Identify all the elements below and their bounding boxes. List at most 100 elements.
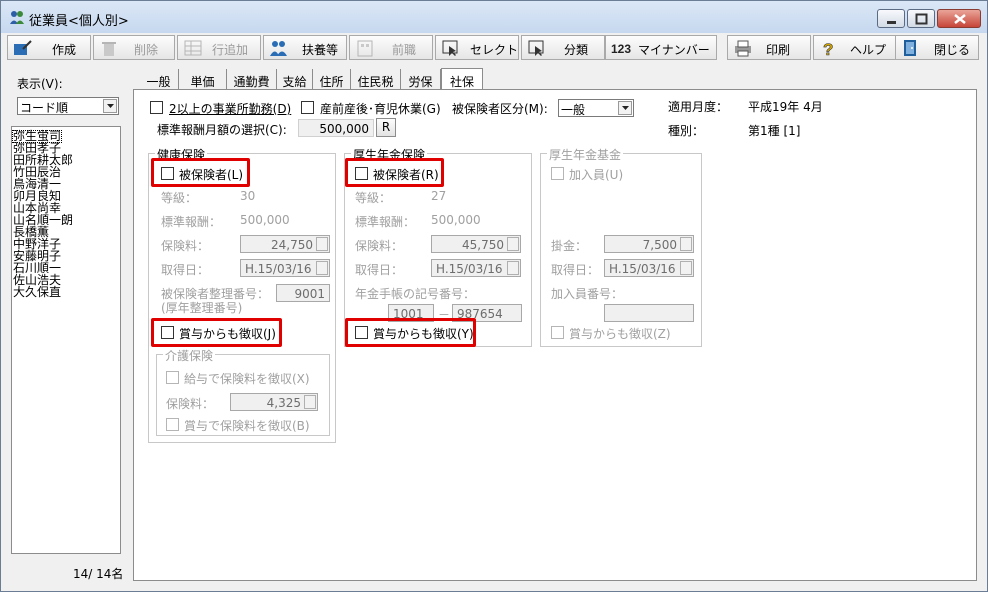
health-premium-value: 24,750 [271, 238, 313, 252]
health-number-sub: (厚年整理番号) [161, 301, 243, 315]
exit-door-icon [904, 40, 916, 56]
printer-icon [735, 40, 751, 57]
sort-order-value: コード順 [20, 101, 69, 115]
employee-list-item[interactable]: 大久保直 [13, 286, 61, 298]
spin-icon [507, 237, 519, 251]
print-button[interactable]: 印刷 [727, 35, 811, 60]
health-acquired-label: 取得日： [161, 263, 210, 277]
prev-job-button[interactable]: 前職 [349, 35, 433, 60]
insured-category-select[interactable]: 一般 [558, 99, 634, 117]
maternity-leave-checkbox[interactable] [301, 101, 314, 114]
chevron-down-icon [618, 101, 632, 115]
fund-contrib-label: 掛金： [551, 239, 588, 253]
tab-2[interactable]: 通勤費 [227, 69, 277, 90]
mynumber-label: マイナンバー [638, 43, 710, 57]
classify-icon [528, 40, 544, 56]
pension-acquired-field[interactable]: H.15/03/16 [431, 259, 521, 277]
employee-list[interactable]: 弥生蛍司 弥田孝子 田所耕太郎 竹田辰治 鳥海清一 卯月良知 山本尚幸 山名順一朗 長橋薫 中野洋… [11, 126, 121, 554]
title-bar: 従業員<個人別> [1, 1, 987, 33]
social-insurance-panel: 2以上の事業所勤務(D) 産前産後･育児休業(G) 被保険者区分(M): 一般 … [133, 89, 977, 581]
select-icon [442, 40, 458, 56]
add-row-label: 行追加 [212, 43, 249, 57]
insured-category-value: 一般 [561, 103, 586, 117]
spin-icon [680, 237, 692, 251]
create-button[interactable]: 作成 [7, 35, 91, 60]
fund-member-checkbox[interactable] [551, 167, 564, 180]
window-title: 従業員<個人別> [29, 14, 129, 29]
minimize-button[interactable] [877, 9, 905, 28]
create-icon [14, 40, 32, 55]
health-premium-field[interactable]: 24,750 [240, 235, 330, 253]
select-button[interactable]: セレクト [435, 35, 519, 60]
care-premium-field[interactable]: 4,325 [230, 393, 318, 411]
standard-amount-field[interactable]: 500,000 [298, 119, 374, 137]
tab-6[interactable]: 労保 [401, 69, 441, 90]
sort-order-select[interactable]: コード順 [17, 97, 119, 115]
fund-acquired-field[interactable]: H.15/03/16 [604, 259, 694, 277]
employee-count: 14/ 14名 [73, 567, 124, 581]
delete-button[interactable]: 削除 [93, 35, 175, 60]
fund-acquired-value: H.15/03/16 [609, 262, 676, 276]
classify-button[interactable]: 分類 [521, 35, 605, 60]
pension-std-value: 500,000 [431, 213, 481, 227]
minimize-icon [887, 21, 896, 24]
health-grade-label: 等級： [161, 191, 198, 205]
applicable-month-value: 平成19年 4月 [748, 100, 823, 114]
pension-acquired-value: H.15/03/16 [436, 262, 503, 276]
mynumber-button[interactable]: 123 マイナンバー [605, 35, 717, 60]
toolbar: 作成 削除 行追加 扶養等 前職 セレクト 分類 123 マイナンバー 印刷 ?… [5, 35, 983, 61]
health-acquired-field[interactable]: H.15/03/16 [240, 259, 330, 277]
close-window-button[interactable] [937, 9, 981, 28]
maximize-icon [915, 13, 928, 25]
help-icon: ? [823, 40, 834, 57]
people-icon [270, 41, 287, 56]
mynumber-icon: 123 [611, 42, 631, 56]
add-row-button[interactable]: 行追加 [177, 35, 261, 60]
pension-premium-field[interactable]: 45,750 [431, 235, 521, 253]
highlight-box [151, 318, 282, 347]
tab-3[interactable]: 支給 [277, 69, 313, 90]
select-label: セレクト [470, 43, 519, 57]
window: 従業員<個人別> 作成 削除 行追加 扶養等 前職 セレクト 分類 123 マイ… [0, 0, 988, 592]
delete-label: 削除 [134, 43, 159, 57]
care-bonus-checkbox[interactable] [166, 418, 179, 431]
help-label: ヘルプ [850, 43, 887, 57]
tab-7[interactable]: 社保 [441, 68, 483, 91]
applicable-month-label: 適用月度： [668, 100, 729, 114]
pension-premium-label: 保険料： [355, 239, 404, 253]
trash-icon [102, 42, 116, 56]
dependents-button[interactable]: 扶養等 [263, 35, 347, 60]
tab-bar: 一般 単価 通勤費 支給 住所 住民税 労保 社保 [139, 68, 979, 91]
fund-group-title: 厚生年金基金 [547, 146, 624, 163]
health-std-value: 500,000 [240, 213, 290, 227]
multi-office-checkbox[interactable] [150, 101, 163, 114]
app-icon [10, 11, 24, 24]
fund-member-no-label: 加入員番号： [551, 287, 624, 301]
close-button[interactable]: 閉じる [895, 35, 979, 60]
care-salary-checkbox[interactable] [166, 371, 179, 384]
insured-category-label: 被保険者区分(M): [452, 102, 548, 116]
kind-value: 第1種 [1] [748, 124, 801, 138]
health-number-field[interactable]: 9001 [276, 284, 330, 302]
fund-bonus-checkbox[interactable] [551, 326, 564, 339]
fund-contrib-field[interactable]: 7,500 [604, 235, 694, 253]
standard-r-button[interactable]: R [376, 118, 396, 137]
fund-acquired-label: 取得日： [551, 263, 600, 277]
help-button[interactable]: ? ヘルプ [813, 35, 897, 60]
tab-5[interactable]: 住民税 [351, 69, 401, 90]
tab-4[interactable]: 住所 [313, 69, 351, 90]
maximize-button[interactable] [907, 9, 935, 28]
care-premium-label: 保険料： [166, 397, 215, 411]
kind-label: 種別： [668, 124, 705, 138]
pension-std-label: 標準報酬： [355, 215, 416, 229]
standard-amount-value: 500,000 [319, 122, 369, 136]
create-label: 作成 [52, 43, 77, 57]
building-icon [357, 40, 373, 57]
fund-contrib-value: 7,500 [642, 238, 677, 252]
spin-icon [304, 395, 316, 409]
tab-0[interactable]: 一般 [139, 69, 179, 90]
health-premium-label: 保険料： [161, 239, 210, 253]
tab-1[interactable]: 単価 [179, 69, 227, 90]
fund-member-no-field[interactable] [604, 304, 694, 322]
pension-grade-value: 27 [431, 189, 447, 203]
